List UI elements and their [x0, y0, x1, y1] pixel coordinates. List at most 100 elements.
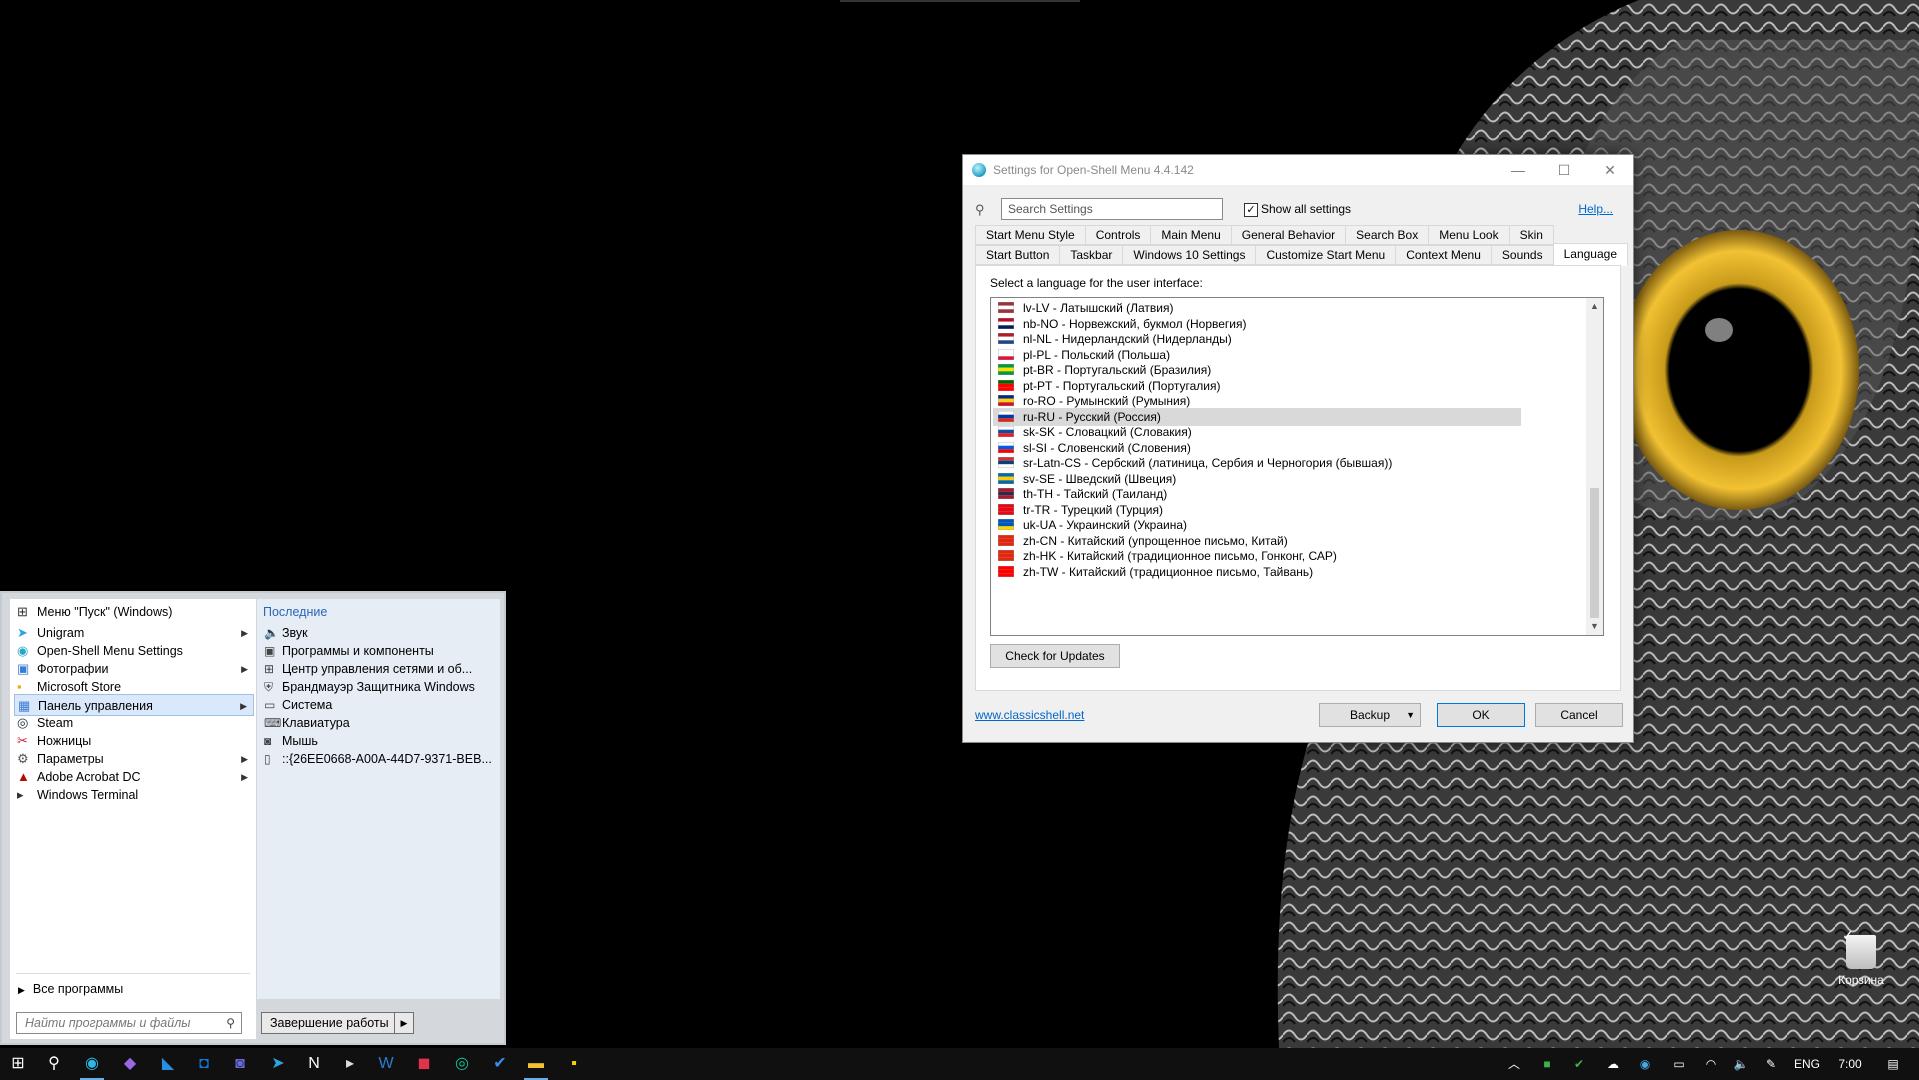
windows-start-icon[interactable]: ⊞ — [0, 1048, 36, 1080]
close-button[interactable]: ✕ — [1587, 155, 1633, 185]
start-item[interactable]: ⊞ Меню "Пуск" (Windows) — [14, 601, 254, 623]
language-item[interactable]: pt-PT - Португальский (Португалия) — [993, 377, 1521, 395]
recent-item[interactable]: ▯::{26EE0668-A00A-44D7-9371-BEB... — [261, 748, 497, 770]
grammarly-icon[interactable]: ◎ — [444, 1048, 480, 1080]
ok-button[interactable]: OK — [1437, 703, 1525, 727]
tab-taskbar[interactable]: Taskbar — [1059, 245, 1124, 265]
teams-icon[interactable]: ◙ — [222, 1048, 258, 1080]
language-item[interactable]: th-TH - Тайский (Таиланд) — [993, 485, 1521, 503]
tab-start-button[interactable]: Start Button — [975, 245, 1061, 265]
tab-search-box[interactable]: Search Box — [1345, 225, 1430, 245]
language-list-scrollbar[interactable]: ▲ ▼ — [1586, 298, 1603, 635]
language-item[interactable]: tr-TR - Турецкий (Турция) — [993, 501, 1521, 519]
flag-icon — [998, 348, 1014, 360]
shutdown-button[interactable]: Завершение работы ▶ — [261, 1012, 414, 1034]
battery-icon[interactable]: ▭ — [1668, 1048, 1690, 1080]
language-item[interactable]: ro-RO - Румынский (Румыния) — [993, 392, 1521, 410]
flag-icon — [998, 488, 1014, 499]
language-indicator[interactable]: ENG — [1790, 1048, 1824, 1080]
tab-general-behavior[interactable]: General Behavior — [1230, 225, 1347, 245]
search-icon: ⚲ — [226, 1016, 235, 1030]
outlook-icon[interactable]: ◘ — [186, 1048, 222, 1080]
start-item[interactable]: ▸ Windows Terminal — [14, 784, 254, 806]
notifications-icon[interactable]: ▤ — [1878, 1048, 1908, 1080]
keyboard-icon: ⌨ — [264, 716, 282, 730]
acrobat-icon: ▲ — [17, 769, 30, 784]
wifi-icon[interactable]: ◠ — [1700, 1048, 1722, 1080]
vscode-icon[interactable]: ◣ — [150, 1048, 186, 1080]
search-icon[interactable]: ⚲ — [36, 1048, 72, 1080]
top-edge-bar — [840, 0, 1080, 2]
language-item[interactable]: sk-SK - Словацкий (Словакия) — [993, 423, 1521, 441]
shutdown-options-button[interactable]: ▶ — [394, 1013, 413, 1033]
help-link[interactable]: Help... — [1578, 202, 1613, 216]
notion-icon[interactable]: N — [296, 1048, 332, 1080]
volume-icon[interactable]: 🔈 — [1730, 1048, 1752, 1080]
terminal-icon[interactable]: ▸ — [332, 1048, 368, 1080]
language-list[interactable]: zh-TW - Китайский (традиционное письмо, … — [990, 297, 1604, 636]
flag-icon — [998, 441, 1014, 453]
tab-main-menu[interactable]: Main Menu — [1150, 225, 1232, 245]
tray-check-icon[interactable]: ✔ — [1568, 1048, 1590, 1080]
pen-icon[interactable]: ✎ — [1760, 1048, 1782, 1080]
maximize-button[interactable]: ☐ — [1541, 155, 1587, 185]
language-item[interactable]: pl-PL - Польский (Польша) — [993, 346, 1521, 364]
telegram-icon[interactable]: ➤ — [260, 1048, 296, 1080]
window-title: Settings for Open-Shell Menu 4.4.142 — [993, 163, 1194, 177]
tab-start-menu-style[interactable]: Start Menu Style — [975, 225, 1086, 245]
all-programs-label: Все программы — [32, 982, 124, 996]
word-icon[interactable]: W — [368, 1048, 404, 1080]
language-item[interactable]: sl-SI - Словенский (Словения) — [993, 439, 1521, 457]
tray-green-icon[interactable]: ■ — [1536, 1048, 1558, 1080]
language-item[interactable]: lv-LV - Латышский (Латвия) — [993, 299, 1521, 317]
check-updates-button[interactable]: Check for Updates — [990, 644, 1120, 668]
language-label: zh-CN - Китайский (упрощенное письмо, Ки… — [1023, 533, 1288, 548]
language-item[interactable]: sv-SE - Шведский (Швеция) — [993, 470, 1521, 488]
tray-chevron-up-icon[interactable]: ︿ — [1502, 1048, 1526, 1080]
language-item[interactable]: pt-BR - Португальский (Бразилия) — [993, 361, 1521, 379]
triangle-right-icon: ▶ — [18, 985, 25, 995]
explorer-icon[interactable]: ▬ — [518, 1048, 554, 1080]
sticky-notes-icon[interactable]: ▪ — [556, 1048, 592, 1080]
language-item[interactable]: sr-Latn-CS - Сербский (латиница, Сербия … — [993, 454, 1521, 472]
onedrive-icon[interactable]: ☁ — [1602, 1048, 1624, 1080]
tab-context-menu[interactable]: Context Menu — [1395, 245, 1492, 265]
scroll-down-icon[interactable]: ▼ — [1586, 618, 1603, 635]
todo-icon[interactable]: ✔ — [482, 1048, 518, 1080]
tab-windows-10-settings[interactable]: Windows 10 Settings — [1122, 245, 1257, 265]
backup-button[interactable]: Backup ▼ — [1319, 703, 1421, 727]
clock[interactable]: 7:00 — [1830, 1048, 1870, 1080]
recycle-bin[interactable]: Корзина — [1826, 927, 1896, 987]
tab-sounds[interactable]: Sounds — [1490, 245, 1554, 265]
language-item[interactable]: zh-HK - Китайский (традиционное письмо, … — [993, 547, 1521, 565]
flag-icon — [998, 317, 1014, 329]
all-programs-button[interactable]: ▶ Все программы — [18, 982, 123, 996]
start-search-input[interactable]: Найти программы и файлы ⚲ — [16, 1012, 242, 1034]
visual-studio-icon[interactable]: ◆ — [112, 1048, 148, 1080]
homepage-link[interactable]: www.classicshell.net — [975, 708, 1084, 722]
show-all-checkbox[interactable]: ✓ — [1244, 203, 1258, 217]
tray-edge-icon[interactable]: ◉ — [1634, 1048, 1656, 1080]
language-item[interactable]: uk-UA - Украинский (Украина) — [993, 516, 1521, 534]
tab-controls[interactable]: Controls — [1084, 225, 1152, 245]
tab-language[interactable]: Language — [1552, 243, 1628, 266]
jetbrains-icon[interactable]: ◼ — [406, 1048, 442, 1080]
cancel-button[interactable]: Cancel — [1535, 703, 1623, 727]
title-bar[interactable]: Settings for Open-Shell Menu 4.4.142 — ☐… — [963, 155, 1633, 185]
language-item[interactable]: zh-TW - Китайский (традиционное письмо, … — [993, 563, 1521, 581]
settings-search-input[interactable] — [1001, 198, 1223, 220]
minimize-button[interactable]: — — [1495, 155, 1541, 185]
tab-customize-start-menu[interactable]: Customize Start Menu — [1255, 245, 1397, 265]
scroll-thumb[interactable] — [1590, 488, 1599, 618]
start-item-label: Windows Terminal — [37, 788, 139, 802]
language-item[interactable]: ru-RU - Русский (Россия) — [993, 407, 1521, 426]
tab-skin[interactable]: Skin — [1508, 225, 1554, 245]
scroll-up-icon[interactable]: ▲ — [1586, 298, 1603, 315]
edge-icon[interactable]: ◉ — [74, 1048, 110, 1080]
shutdown-label: Завершение работы — [270, 1016, 389, 1030]
language-item[interactable]: zh-CN - Китайский (упрощенное письмо, Ки… — [993, 532, 1521, 550]
language-item[interactable]: nb-NO - Норвежский, букмол (Норвегия) — [993, 315, 1521, 333]
language-label: zh-TW - Китайский (традиционное письмо, … — [1023, 564, 1314, 579]
tab-menu-look[interactable]: Menu Look — [1428, 225, 1510, 245]
language-item[interactable]: nl-NL - Нидерландский (Нидерланды) — [993, 330, 1521, 348]
